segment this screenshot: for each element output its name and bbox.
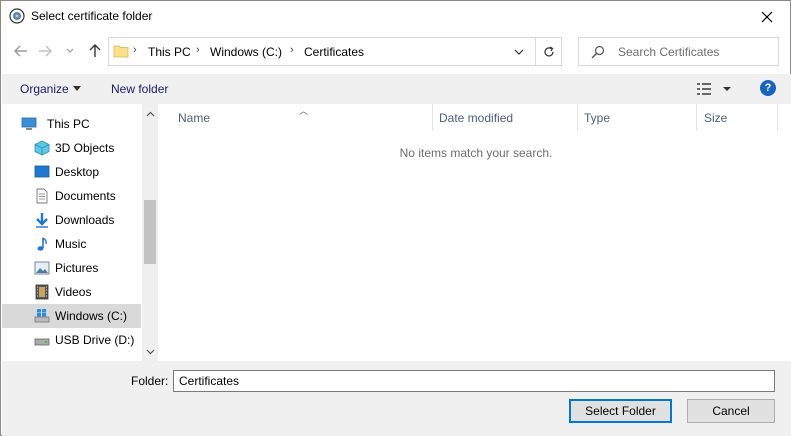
empty-message: No items match your search. <box>399 146 553 160</box>
address-history-dropdown[interactable] <box>509 38 529 65</box>
nav-label: 3D Objects <box>55 141 115 155</box>
scroll-up-button[interactable] <box>142 106 158 122</box>
usb-drive-icon <box>34 338 50 346</box>
nav-item-windows-c[interactable]: Windows (C:) <box>2 304 141 328</box>
nav-label: Pictures <box>55 261 99 275</box>
file-list[interactable]: ︿ Name Date modified Type Size No items … <box>159 104 791 361</box>
column-label: Type <box>584 111 611 125</box>
navigation-pane[interactable]: This PC 3D Objects Desktop Documents Dow… <box>2 104 158 361</box>
chevron-down-icon <box>514 49 524 55</box>
folder-input[interactable] <box>173 370 775 392</box>
search-icon <box>591 45 605 59</box>
breadcrumb-this-pc[interactable]: This PC <box>148 45 191 59</box>
nav-scrollbar[interactable] <box>142 104 158 361</box>
download-icon <box>36 213 48 228</box>
window-title: Select certificate folder <box>31 9 153 23</box>
nav-item-this-pc[interactable]: This PC <box>2 112 141 136</box>
chevron-up-icon <box>146 111 154 117</box>
address-bar[interactable]: › This PC › Windows (C:) › Certificates <box>108 37 562 66</box>
column-header-size[interactable]: Size <box>697 104 777 131</box>
nav-item-usb-drive-d[interactable]: USB Drive (D:) <box>2 328 141 352</box>
arrow-right-icon <box>39 45 52 57</box>
nav-item-music[interactable]: Music <box>2 232 141 256</box>
arrow-left-icon <box>14 45 27 57</box>
breadcrumb-separator: › <box>133 44 137 56</box>
nav-label: Windows (C:) <box>55 309 128 323</box>
windows-drive-icon <box>34 309 50 323</box>
nav-label: Music <box>55 237 87 251</box>
folder-label: Folder: <box>131 374 169 388</box>
back-button[interactable] <box>10 40 32 62</box>
up-button[interactable] <box>84 40 106 62</box>
organize-button[interactable]: Organize <box>20 82 69 96</box>
nav-item-documents[interactable]: Documents <box>2 184 141 208</box>
scrollbar-thumb[interactable] <box>144 200 156 264</box>
title-bar: Select certificate folder <box>1 1 790 32</box>
dialog-footer: Folder: Select Folder Cancel <box>2 361 791 436</box>
cube-icon <box>34 140 50 156</box>
nav-item-desktop[interactable]: Desktop <box>2 160 141 184</box>
column-header-type[interactable]: Type <box>578 104 696 131</box>
nav-label: This PC <box>47 117 90 131</box>
forward-button[interactable] <box>34 40 56 62</box>
nav-item-3d-objects[interactable]: 3D Objects <box>2 136 141 160</box>
new-folder-button[interactable]: New folder <box>111 82 168 96</box>
caret-down-icon <box>73 86 81 91</box>
close-button[interactable] <box>744 1 790 32</box>
breadcrumb-certificates[interactable]: Certificates <box>304 45 364 59</box>
cancel-button[interactable]: Cancel <box>687 399 775 423</box>
nav-label: Desktop <box>55 165 100 179</box>
recent-locations-button[interactable] <box>63 40 77 62</box>
refresh-button[interactable] <box>535 38 562 65</box>
breadcrumb-separator: › <box>290 44 294 56</box>
document-icon <box>36 188 48 204</box>
arrow-up-icon <box>89 44 101 57</box>
nav-item-downloads[interactable]: Downloads <box>2 208 141 232</box>
column-header-date-modified[interactable]: Date modified <box>433 104 577 131</box>
folder-icon <box>113 45 129 58</box>
column-divider <box>777 104 778 131</box>
nav-label: Videos <box>55 285 92 299</box>
desktop-icon <box>34 165 50 178</box>
chevron-down-icon <box>66 48 74 53</box>
column-label: Size <box>704 111 728 125</box>
column-label: Name <box>178 111 211 125</box>
app-icon <box>9 8 25 24</box>
dialog-window: Select certificate folder › This PC › Wi… <box>0 0 791 436</box>
nav-label: Downloads <box>55 213 115 227</box>
nav-item-videos[interactable]: Videos <box>2 280 141 304</box>
scroll-down-button[interactable] <box>142 344 158 360</box>
nav-label: Documents <box>55 189 116 203</box>
refresh-icon <box>544 45 554 56</box>
chevron-down-icon <box>146 349 154 355</box>
column-label: Date modified <box>439 111 514 125</box>
search-box[interactable]: Search Certificates <box>578 37 779 66</box>
column-header-name[interactable]: Name <box>159 104 432 131</box>
nav-item-pictures[interactable]: Pictures <box>2 256 141 280</box>
help-button[interactable]: ? <box>760 80 776 96</box>
picture-icon <box>34 261 50 275</box>
breadcrumb-separator: › <box>196 44 200 56</box>
computer-icon <box>21 117 37 130</box>
details-view-icon <box>697 83 731 95</box>
breadcrumb-windows-c[interactable]: Windows (C:) <box>210 45 282 59</box>
music-note-icon <box>37 237 47 251</box>
change-view-button[interactable] <box>695 80 735 98</box>
close-icon <box>761 11 773 22</box>
select-folder-button[interactable]: Select Folder <box>569 399 672 423</box>
nav-label: USB Drive (D:) <box>55 333 135 347</box>
search-placeholder: Search Certificates <box>618 45 720 59</box>
command-toolbar: Organize New folder ? <box>2 74 791 104</box>
film-icon <box>35 284 49 300</box>
nav-item-partial[interactable] <box>2 352 141 361</box>
